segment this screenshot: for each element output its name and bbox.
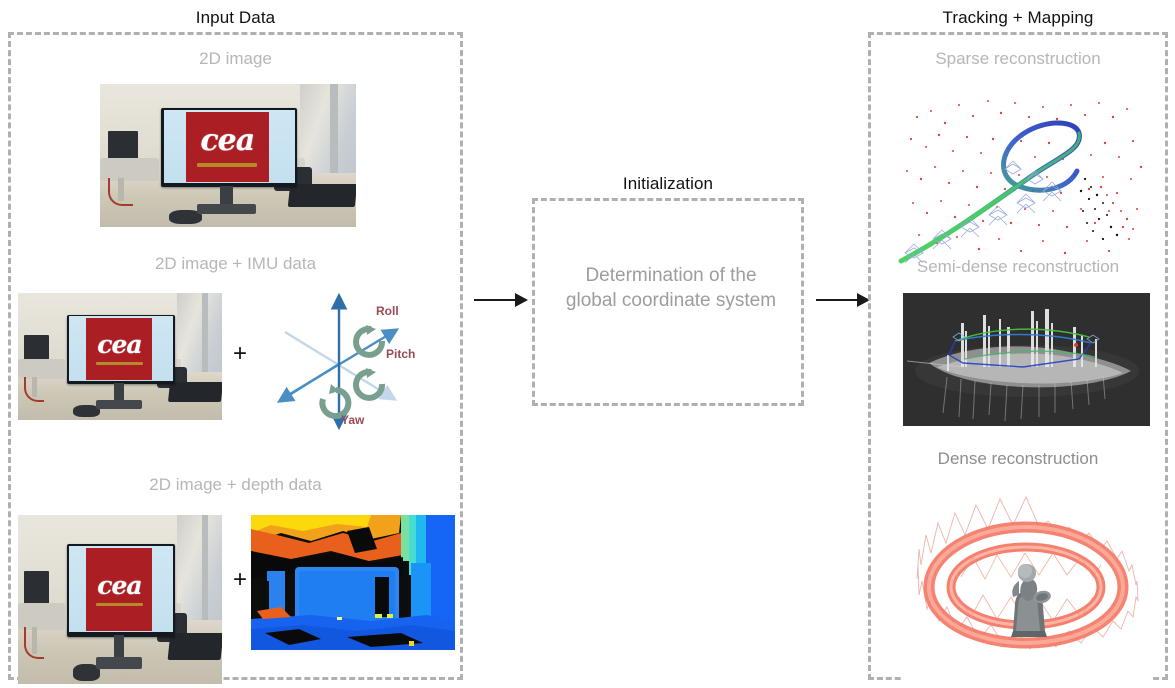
depth-map-svg <box>251 515 455 650</box>
plus-operator-depth: + <box>233 566 248 593</box>
imu-yaw-arc <box>319 384 352 419</box>
photo-2d-image-depth: cea <box>18 515 222 684</box>
photo-monitor-neck <box>113 383 125 401</box>
dense-reconstruction-image <box>901 485 1151 680</box>
arrow-head <box>515 293 528 307</box>
photo-keyboard <box>167 381 222 403</box>
photo-monitor: cea <box>66 543 176 637</box>
photo-monitor: cea <box>66 314 176 385</box>
arrow-initialization-to-tracking <box>816 293 870 307</box>
depth-map-image <box>251 515 455 650</box>
cea-logo-bar <box>95 602 144 606</box>
monitor-screen: cea <box>163 110 295 184</box>
photo-red-cable <box>24 376 45 402</box>
cea-logo-bar <box>197 163 258 168</box>
input-item-label-2d-image: 2D image <box>199 49 272 68</box>
imu-label-yaw: Yaw <box>341 413 365 427</box>
photo-red-cable <box>24 626 45 659</box>
semi-dense-reconstruction-image <box>903 293 1150 426</box>
dense-reconstruction-svg <box>901 485 1151 680</box>
input-item-label-depth: 2D image + depth data <box>149 475 322 494</box>
photo-keyboard <box>288 184 356 207</box>
monitor-screen: cea <box>68 316 174 382</box>
initialization-panel-title: Initialization <box>622 174 714 193</box>
imu-axes-illustration: Roll Pitch Yaw <box>259 287 459 432</box>
photo-monitor-foot <box>95 656 143 669</box>
cea-logo-text: cea <box>97 570 142 600</box>
tracking-item-label-semi-dense: Semi-dense reconstruction <box>916 257 1120 276</box>
photo-window-frame <box>201 293 208 372</box>
diagram-canvas: Input Data 2D image cea 2D image + IMU d… <box>0 0 1175 688</box>
semi-dense-reconstruction-svg <box>903 293 1150 426</box>
imu-axis-pitchline-back <box>276 362 340 403</box>
photo-2d-image-imu: cea <box>18 293 222 420</box>
tracking-panel: Sparse reconstruction Semi-dense reconst… <box>868 32 1168 680</box>
monitor-screen: cea <box>68 546 174 633</box>
cea-logo-panel: cea <box>86 317 153 380</box>
imu-label-pitch: Pitch <box>386 347 416 361</box>
cea-logo-panel: cea <box>185 111 269 182</box>
input-item-label-imu: 2D image + IMU data <box>154 254 317 273</box>
tracking-panel-title: Tracking + Mapping <box>942 8 1094 27</box>
arrow-input-to-initialization <box>474 293 528 307</box>
cea-logo-bar <box>95 362 144 366</box>
initialization-body-text: Determination of the global coordinate s… <box>565 265 777 311</box>
sparse-reconstruction-image <box>893 83 1153 268</box>
photo-window-wall <box>299 84 356 179</box>
arrow-shaft <box>816 299 858 301</box>
photo-monitor-foot <box>95 399 143 409</box>
photo-side-table <box>18 602 65 630</box>
imu-label-roll: Roll <box>376 304 399 318</box>
photo-keyboard <box>167 633 222 661</box>
photo-window-frame <box>330 84 339 173</box>
cea-logo-text: cea <box>97 330 142 360</box>
photo-window-frame <box>201 515 208 620</box>
input-panel-title: Input Data <box>195 8 276 27</box>
input-panel: 2D image cea 2D image + IMU data cea + R… <box>8 32 463 684</box>
photo-2d-image: cea <box>100 84 356 227</box>
photo-window-wall <box>177 515 222 627</box>
photo-window-wall <box>177 293 222 377</box>
imu-axes-svg <box>276 292 400 431</box>
photo-monitor-foot <box>197 204 257 215</box>
plus-operator-imu: + <box>233 340 248 367</box>
cea-logo-panel: cea <box>86 547 153 631</box>
photo-monitor-neck <box>220 185 234 206</box>
tracking-item-label-dense: Dense reconstruction <box>937 449 1099 468</box>
tracking-item-label-sparse: Sparse reconstruction <box>935 49 1101 68</box>
initialization-panel: Determination of the global coordinate s… <box>532 198 804 406</box>
arrow-shaft <box>474 299 516 301</box>
cea-logo-text: cea <box>200 123 255 159</box>
photo-red-cable <box>107 178 133 207</box>
photo-monitor-neck <box>113 634 125 659</box>
photo-monitor: cea <box>161 108 298 187</box>
sparse-reconstruction-svg <box>893 83 1153 268</box>
